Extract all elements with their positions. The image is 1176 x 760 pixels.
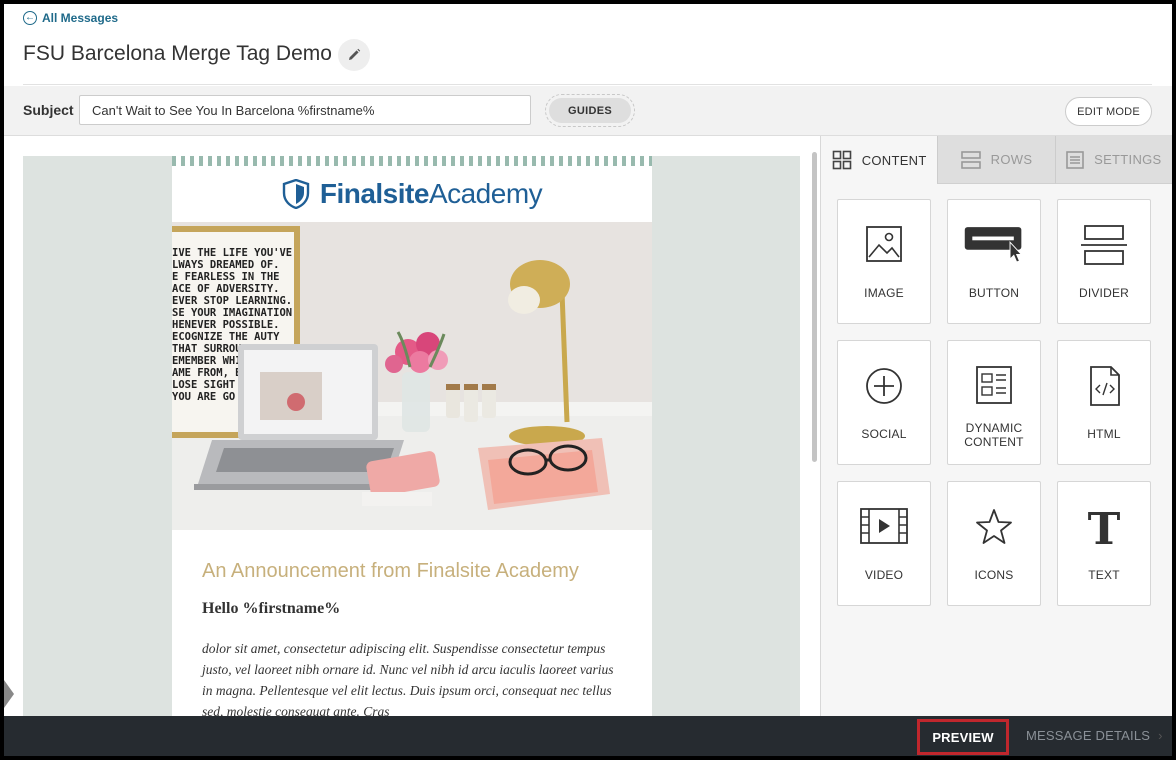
- svg-text:ACE OF ADVERSITY.: ACE OF ADVERSITY.: [172, 283, 279, 295]
- content-blocks-grid: IMAGE BUTTON DIVIDER SOCIAL DYNAMIC CONT…: [821, 184, 1172, 606]
- block-dynamic-content[interactable]: DYNAMIC CONTENT: [947, 340, 1041, 465]
- text-t-icon: T: [1088, 506, 1121, 548]
- block-divider-label: DIVIDER: [1078, 286, 1130, 300]
- preview-button[interactable]: PREVIEW: [917, 719, 1009, 755]
- message-details-button[interactable]: MESSAGE DETAILS ›: [1026, 728, 1163, 743]
- back-arrow-icon: ←: [23, 11, 37, 25]
- expand-handle[interactable]: [4, 680, 14, 708]
- chevron-right-icon: ›: [1158, 728, 1163, 743]
- block-image[interactable]: IMAGE: [837, 199, 931, 324]
- svg-text:ECOGNIZE THE AUTY: ECOGNIZE THE AUTY: [172, 331, 280, 343]
- finalsite-academy-logo[interactable]: FinalsiteAcademy: [172, 166, 652, 222]
- block-button-label: BUTTON: [968, 286, 1020, 300]
- divider-icon: [1081, 225, 1127, 265]
- tab-settings-label: SETTINGS: [1094, 152, 1162, 167]
- content-panel: CONTENT ROWS SETTINGS IMAGE BUTTON DIVID…: [820, 136, 1172, 716]
- block-html-label: HTML: [1087, 427, 1121, 441]
- block-social[interactable]: SOCIAL: [837, 340, 931, 465]
- pencil-icon: [349, 48, 361, 60]
- leaf-border-decoration: [172, 156, 652, 166]
- email-canvas: FinalsiteAcademy IVE THE LIFE YOU'VE LWA…: [4, 136, 820, 716]
- film-icon: [860, 508, 908, 544]
- html-file-icon: [1090, 366, 1120, 406]
- svg-text:YOU ARE GO: YOU ARE GO: [172, 391, 235, 403]
- svg-text:E FEARLESS IN THE: E FEARLESS IN THE: [172, 271, 279, 283]
- email-body: An Announcement from Finalsite Academy H…: [172, 530, 652, 716]
- page-title: FSU Barcelona Merge Tag Demo: [23, 42, 332, 65]
- grid-icon: [832, 150, 851, 170]
- block-html[interactable]: HTML: [1057, 340, 1151, 465]
- email-preview[interactable]: FinalsiteAcademy IVE THE LIFE YOU'VE LWA…: [172, 156, 652, 716]
- guides-label: GUIDES: [549, 98, 631, 123]
- svg-text:IVE THE LIFE YOU'VE: IVE THE LIFE YOU'VE: [172, 247, 292, 259]
- announcement-title[interactable]: An Announcement from Finalsite Academy: [202, 560, 622, 583]
- svg-text:T: T: [1088, 506, 1121, 548]
- block-icons[interactable]: ICONS: [947, 481, 1041, 606]
- subject-input[interactable]: [79, 95, 531, 125]
- image-icon: [866, 226, 902, 262]
- subject-label: Subject: [23, 102, 74, 118]
- shield-logo-icon: [282, 179, 310, 209]
- tab-content[interactable]: CONTENT: [821, 136, 938, 184]
- block-dynamic-content-label: DYNAMIC CONTENT: [964, 421, 1024, 449]
- rows-icon: [960, 150, 981, 169]
- svg-text:EVER STOP LEARNING.: EVER STOP LEARNING.: [172, 295, 292, 307]
- tab-rows-label: ROWS: [990, 152, 1033, 167]
- bottom-toolbar: PREVIEW MESSAGE DETAILS ›: [4, 716, 1172, 756]
- star-icon: [976, 509, 1012, 544]
- canvas-scrollbar[interactable]: [812, 152, 817, 462]
- tab-settings[interactable]: SETTINGS: [1054, 136, 1172, 184]
- subject-bar: Subject GUIDES EDIT MODE: [4, 86, 1172, 136]
- block-button[interactable]: BUTTON: [947, 199, 1041, 324]
- tab-rows[interactable]: ROWS: [937, 136, 1055, 184]
- canvas-background: FinalsiteAcademy IVE THE LIFE YOU'VE LWA…: [23, 156, 800, 716]
- block-icons-label: ICONS: [974, 568, 1014, 582]
- svg-text:LWAYS DREAMED OF.: LWAYS DREAMED OF.: [172, 259, 279, 271]
- guides-button[interactable]: GUIDES: [545, 94, 635, 127]
- svg-text:HENEVER POSSIBLE.: HENEVER POSSIBLE.: [172, 319, 279, 331]
- svg-text:THAT SURROUN: THAT SURROUN: [172, 343, 248, 355]
- block-divider[interactable]: DIVIDER: [1057, 199, 1151, 324]
- block-text-label: TEXT: [1088, 568, 1120, 582]
- button-icon: [964, 227, 1023, 263]
- message-details-label: MESSAGE DETAILS: [1026, 728, 1151, 743]
- tab-content-label: CONTENT: [861, 152, 927, 168]
- edit-title-button[interactable]: [338, 39, 370, 71]
- block-social-label: SOCIAL: [861, 427, 907, 441]
- logo-suffix: Academy: [428, 178, 543, 209]
- header-divider: [23, 84, 1152, 85]
- app-frame: ← All Messages FSU Barcelona Merge Tag D…: [4, 4, 1172, 756]
- svg-text:SE YOUR IMAGINATION: SE YOUR IMAGINATION: [172, 307, 292, 319]
- hero-image[interactable]: IVE THE LIFE YOU'VE LWAYS DREAMED OF. E …: [172, 222, 652, 530]
- svg-text:AME FROM, BU: AME FROM, BU: [172, 367, 248, 379]
- settings-icon: [1066, 150, 1084, 169]
- body-paragraph[interactable]: dolor sit amet, consectetur adipiscing e…: [202, 638, 622, 716]
- all-messages-label: All Messages: [42, 11, 119, 25]
- logo-brand: Finalsite: [319, 178, 430, 209]
- all-messages-link[interactable]: ← All Messages: [23, 11, 118, 25]
- block-video[interactable]: VIDEO: [837, 481, 931, 606]
- panel-tabs: CONTENT ROWS SETTINGS: [821, 136, 1172, 184]
- block-video-label: VIDEO: [864, 568, 904, 582]
- edit-mode-button[interactable]: EDIT MODE: [1065, 97, 1152, 126]
- dynamic-content-icon: [976, 366, 1012, 404]
- svg-text:EMEMBER WHI: EMEMBER WHI: [172, 355, 242, 367]
- greeting[interactable]: Hello %firstname%: [202, 600, 622, 618]
- block-text[interactable]: T TEXT: [1057, 481, 1151, 606]
- plus-circle-icon: [866, 368, 902, 404]
- block-image-label: IMAGE: [864, 286, 904, 300]
